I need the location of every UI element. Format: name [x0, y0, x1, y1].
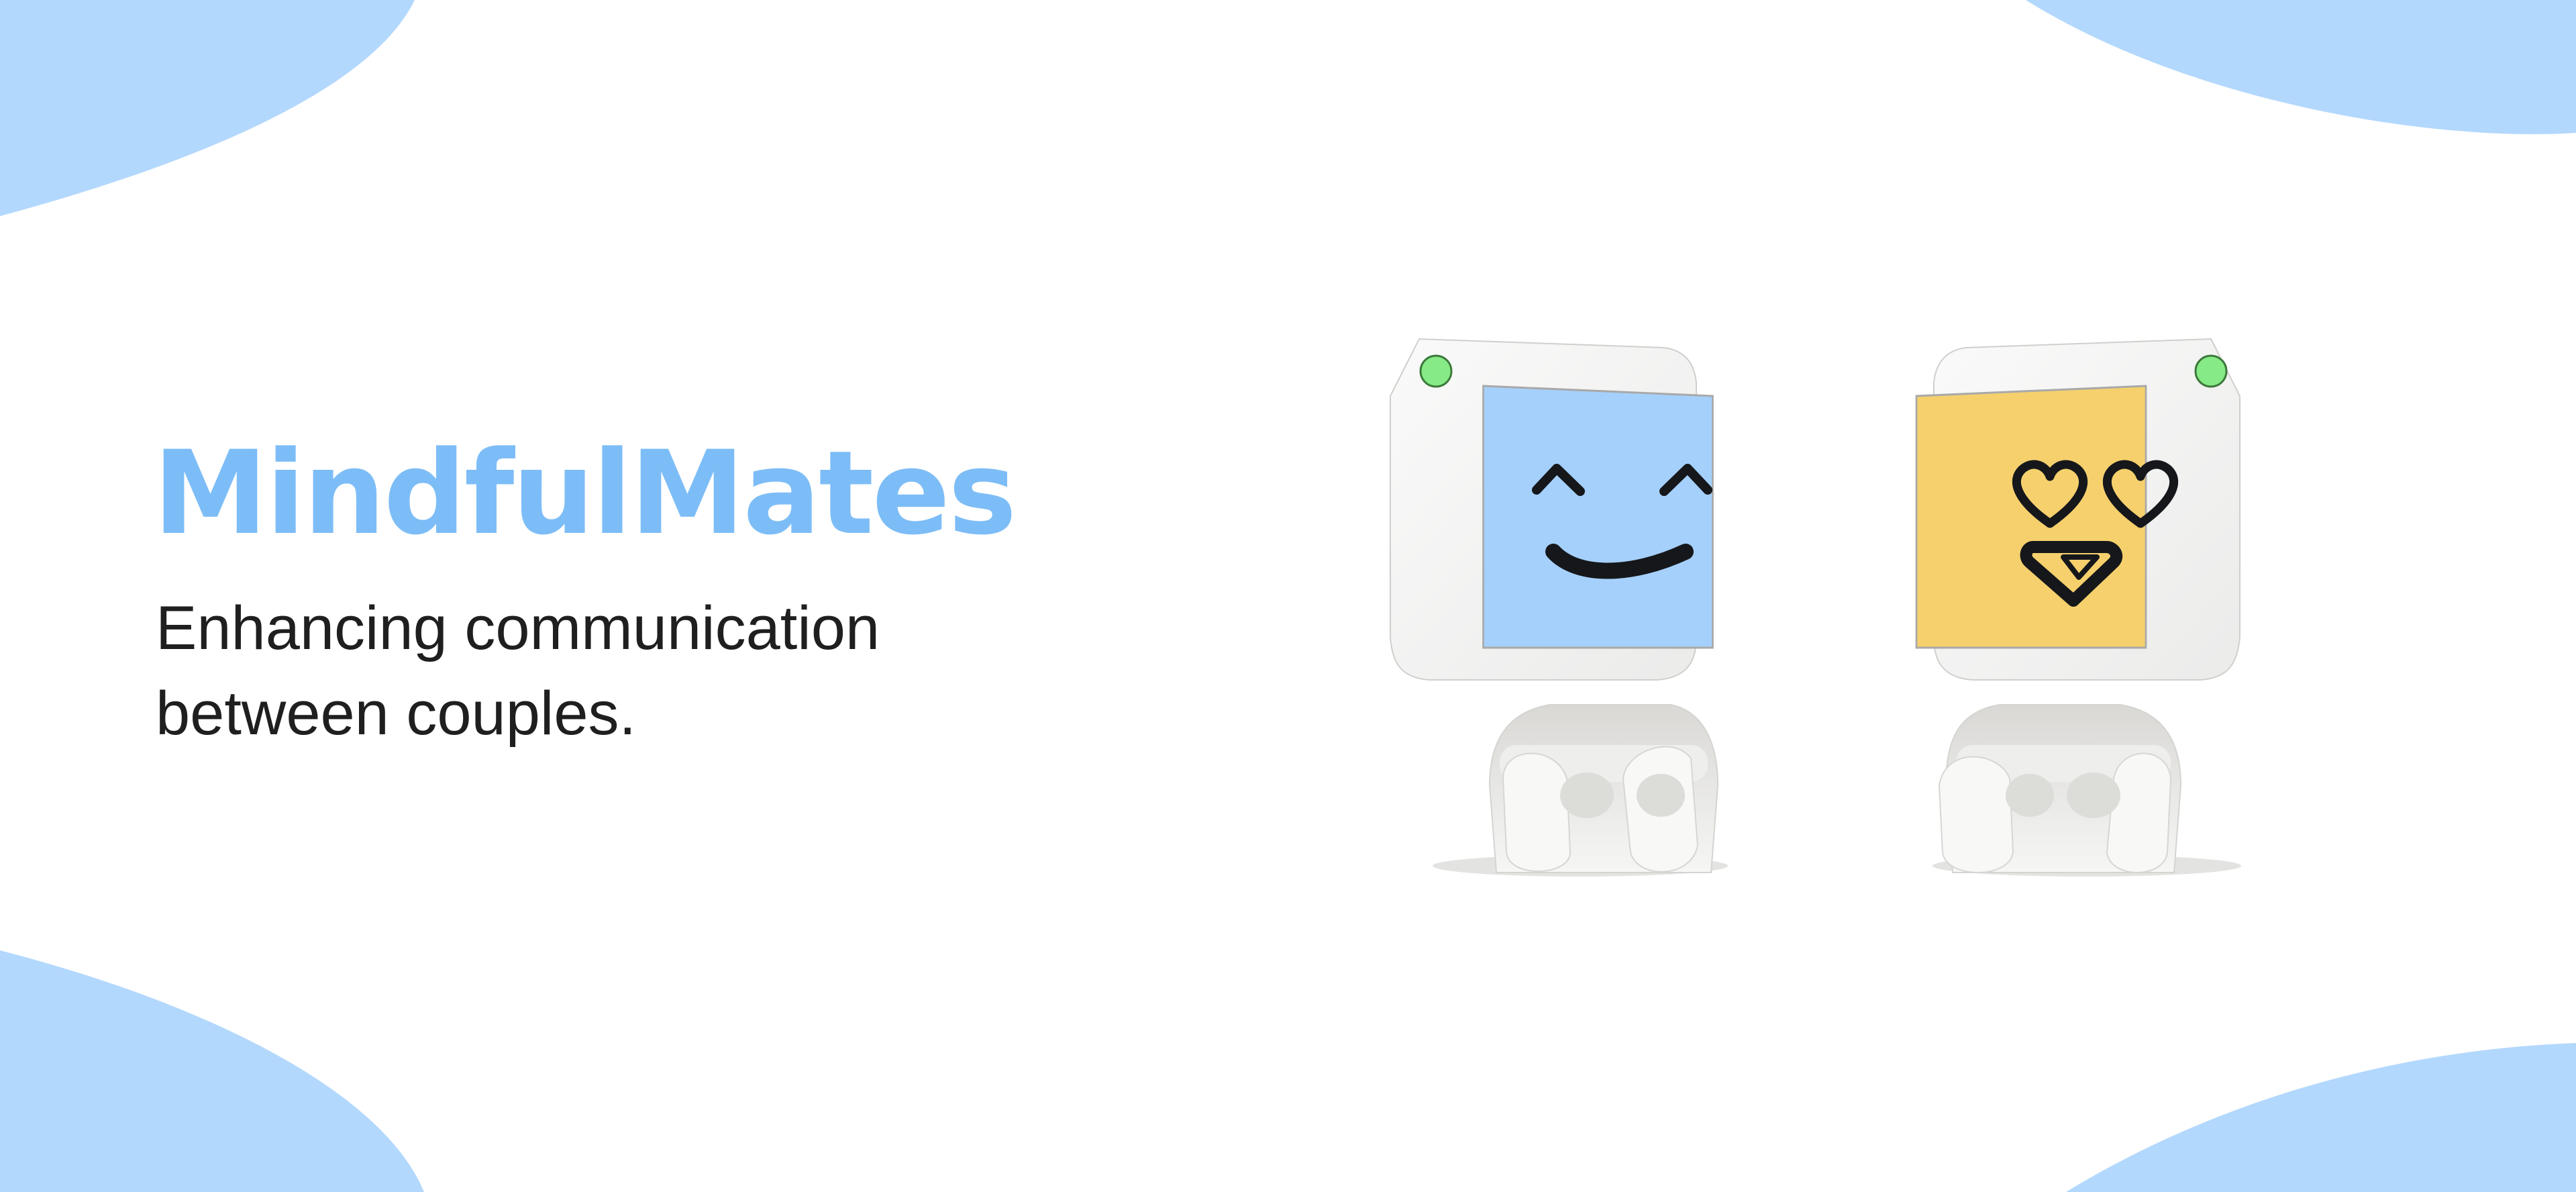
robot-left-screen	[1482, 385, 1714, 649]
decorative-blob-bottom-left	[0, 950, 424, 1192]
robot-right	[1915, 338, 2241, 877]
brand-title: MindfulMates	[153, 426, 1017, 560]
robot-right-screen	[1915, 385, 2147, 649]
status-led-icon	[1419, 354, 1453, 388]
hero-tagline: Enhancing communication between couples.	[156, 594, 880, 748]
robot-left	[1390, 338, 1728, 877]
blob-shape	[2026, 0, 2576, 134]
robot-left-body	[1488, 704, 1719, 873]
decorative-blob-bottom-right	[2066, 1043, 2576, 1192]
decorative-blob-top-right	[2026, 0, 2576, 134]
status-led-icon	[2194, 354, 2228, 388]
blob-shape	[2066, 1043, 2576, 1192]
robot-right-head	[1915, 338, 2240, 681]
decorative-blob-top-left	[0, 0, 415, 216]
robot-left-head	[1390, 338, 1714, 681]
robot-right-body	[1938, 704, 2182, 873]
blob-shape	[0, 950, 424, 1192]
hero-text-block: MindfulMates Enhancing communication bet…	[153, 430, 1025, 756]
robots-illustration	[1390, 338, 2241, 877]
blob-shape	[0, 0, 415, 216]
